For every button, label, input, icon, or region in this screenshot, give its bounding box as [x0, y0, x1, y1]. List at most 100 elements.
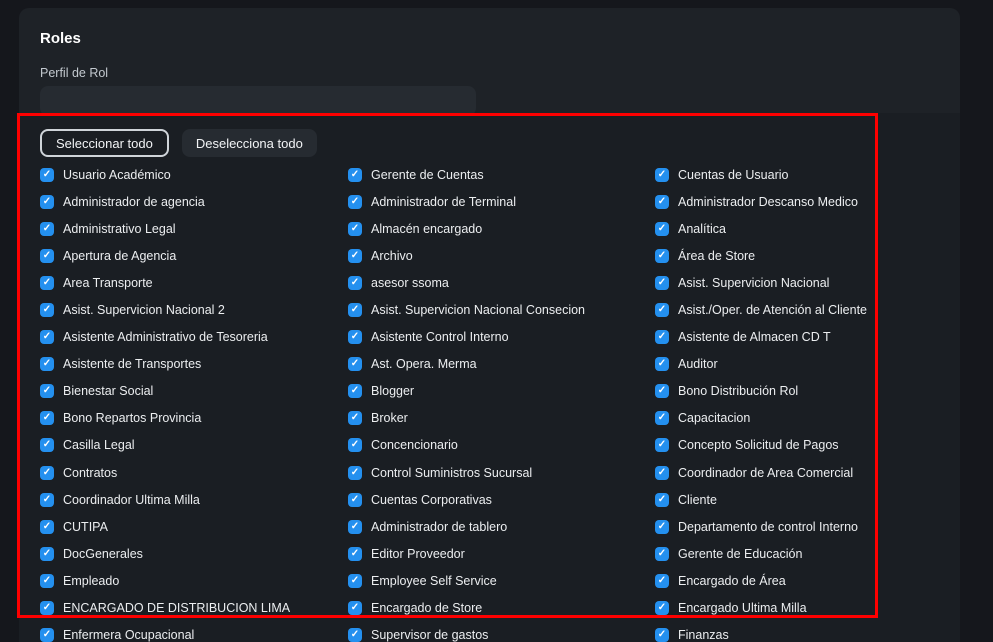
role-checkbox-item[interactable]: ✓Control Suministros Sucursal: [348, 459, 655, 486]
role-checkbox-item[interactable]: ✓Coordinador Ultima Milla: [40, 486, 348, 513]
role-checkbox-item[interactable]: ✓Analítica: [655, 215, 940, 242]
checkbox-checked-icon[interactable]: ✓: [40, 222, 54, 236]
role-checkbox-item[interactable]: ✓Bono Repartos Provincia: [40, 405, 348, 432]
role-checkbox-item[interactable]: ✓ENCARGADO DE DISTRIBUCION LIMA: [40, 595, 348, 622]
checkbox-checked-icon[interactable]: ✓: [348, 466, 362, 480]
role-checkbox-item[interactable]: ✓Bono Distribución Rol: [655, 378, 940, 405]
checkbox-checked-icon[interactable]: ✓: [655, 249, 669, 263]
role-checkbox-item[interactable]: ✓Asist. Supervicion Nacional: [655, 269, 940, 296]
checkbox-checked-icon[interactable]: ✓: [348, 195, 362, 209]
role-checkbox-item[interactable]: ✓Concencionario: [348, 432, 655, 459]
role-checkbox-item[interactable]: ✓Asist. Supervicion Nacional Consecion: [348, 296, 655, 323]
role-checkbox-item[interactable]: ✓Empleado: [40, 567, 348, 594]
role-checkbox-item[interactable]: ✓Gerente de Cuentas: [348, 161, 655, 188]
role-checkbox-item[interactable]: ✓Broker: [348, 405, 655, 432]
checkbox-checked-icon[interactable]: ✓: [655, 493, 669, 507]
checkbox-checked-icon[interactable]: ✓: [40, 438, 54, 452]
checkbox-checked-icon[interactable]: ✓: [40, 168, 54, 182]
role-checkbox-item[interactable]: ✓Cuentas Corporativas: [348, 486, 655, 513]
deselect-all-button[interactable]: Deselecciona todo: [182, 129, 317, 157]
checkbox-checked-icon[interactable]: ✓: [40, 493, 54, 507]
checkbox-checked-icon[interactable]: ✓: [655, 357, 669, 371]
checkbox-checked-icon[interactable]: ✓: [40, 357, 54, 371]
role-checkbox-item[interactable]: ✓Gerente de Educación: [655, 540, 940, 567]
role-profile-input[interactable]: [40, 86, 476, 116]
select-all-button[interactable]: Seleccionar todo: [40, 129, 169, 157]
checkbox-checked-icon[interactable]: ✓: [655, 384, 669, 398]
checkbox-checked-icon[interactable]: ✓: [40, 520, 54, 534]
checkbox-checked-icon[interactable]: ✓: [655, 520, 669, 534]
role-checkbox-item[interactable]: ✓Concepto Solicitud de Pagos: [655, 432, 940, 459]
checkbox-checked-icon[interactable]: ✓: [655, 330, 669, 344]
role-checkbox-item[interactable]: ✓Asistente Control Interno: [348, 324, 655, 351]
checkbox-checked-icon[interactable]: ✓: [40, 601, 54, 615]
checkbox-checked-icon[interactable]: ✓: [655, 303, 669, 317]
role-checkbox-item[interactable]: ✓Departamento de control Interno: [655, 513, 940, 540]
checkbox-checked-icon[interactable]: ✓: [655, 466, 669, 480]
role-checkbox-item[interactable]: ✓Capacitacion: [655, 405, 940, 432]
checkbox-checked-icon[interactable]: ✓: [655, 574, 669, 588]
role-checkbox-item[interactable]: ✓Administrador Descanso Medico: [655, 188, 940, 215]
role-checkbox-item[interactable]: ✓Contratos: [40, 459, 348, 486]
checkbox-checked-icon[interactable]: ✓: [655, 168, 669, 182]
role-checkbox-item[interactable]: ✓Coordinador de Area Comercial: [655, 459, 940, 486]
checkbox-checked-icon[interactable]: ✓: [348, 357, 362, 371]
role-checkbox-item[interactable]: ✓Asistente Administrativo de Tesoreria: [40, 324, 348, 351]
checkbox-checked-icon[interactable]: ✓: [655, 411, 669, 425]
checkbox-checked-icon[interactable]: ✓: [655, 601, 669, 615]
checkbox-checked-icon[interactable]: ✓: [348, 276, 362, 290]
checkbox-checked-icon[interactable]: ✓: [655, 628, 669, 642]
checkbox-checked-icon[interactable]: ✓: [348, 574, 362, 588]
checkbox-checked-icon[interactable]: ✓: [655, 195, 669, 209]
checkbox-checked-icon[interactable]: ✓: [348, 384, 362, 398]
role-checkbox-item[interactable]: ✓Administrador de tablero: [348, 513, 655, 540]
checkbox-checked-icon[interactable]: ✓: [40, 249, 54, 263]
role-checkbox-item[interactable]: ✓DocGenerales: [40, 540, 348, 567]
role-checkbox-item[interactable]: ✓Encargado de Store: [348, 595, 655, 622]
role-checkbox-item[interactable]: ✓Encargado Ultima Milla: [655, 595, 940, 622]
checkbox-checked-icon[interactable]: ✓: [40, 466, 54, 480]
role-checkbox-item[interactable]: ✓Administrador de Terminal: [348, 188, 655, 215]
checkbox-checked-icon[interactable]: ✓: [348, 520, 362, 534]
checkbox-checked-icon[interactable]: ✓: [40, 303, 54, 317]
role-checkbox-item[interactable]: ✓CUTIPA: [40, 513, 348, 540]
role-checkbox-item[interactable]: ✓Asistente de Transportes: [40, 351, 348, 378]
role-checkbox-item[interactable]: ✓Administrador de agencia: [40, 188, 348, 215]
checkbox-checked-icon[interactable]: ✓: [348, 547, 362, 561]
checkbox-checked-icon[interactable]: ✓: [655, 276, 669, 290]
checkbox-checked-icon[interactable]: ✓: [655, 547, 669, 561]
checkbox-checked-icon[interactable]: ✓: [40, 574, 54, 588]
role-checkbox-item[interactable]: ✓Cliente: [655, 486, 940, 513]
role-checkbox-item[interactable]: ✓Supervisor de gastos: [348, 622, 655, 642]
checkbox-checked-icon[interactable]: ✓: [348, 168, 362, 182]
checkbox-checked-icon[interactable]: ✓: [348, 411, 362, 425]
role-checkbox-item[interactable]: ✓Blogger: [348, 378, 655, 405]
role-checkbox-item[interactable]: ✓Área de Store: [655, 242, 940, 269]
role-checkbox-item[interactable]: ✓Casilla Legal: [40, 432, 348, 459]
role-checkbox-item[interactable]: ✓Editor Proveedor: [348, 540, 655, 567]
role-checkbox-item[interactable]: ✓Usuario Académico: [40, 161, 348, 188]
checkbox-checked-icon[interactable]: ✓: [40, 411, 54, 425]
checkbox-checked-icon[interactable]: ✓: [40, 547, 54, 561]
role-checkbox-item[interactable]: ✓Auditor: [655, 351, 940, 378]
checkbox-checked-icon[interactable]: ✓: [40, 276, 54, 290]
role-checkbox-item[interactable]: ✓Ast. Opera. Merma: [348, 351, 655, 378]
role-checkbox-item[interactable]: ✓Archivo: [348, 242, 655, 269]
role-checkbox-item[interactable]: ✓Bienestar Social: [40, 378, 348, 405]
checkbox-checked-icon[interactable]: ✓: [348, 493, 362, 507]
role-checkbox-item[interactable]: ✓Asistente de Almacen CD T: [655, 324, 940, 351]
role-checkbox-item[interactable]: ✓Asist. Supervicion Nacional 2: [40, 296, 348, 323]
role-checkbox-item[interactable]: ✓Enfermera Ocupacional: [40, 622, 348, 642]
checkbox-checked-icon[interactable]: ✓: [655, 222, 669, 236]
checkbox-checked-icon[interactable]: ✓: [40, 330, 54, 344]
role-checkbox-item[interactable]: ✓Asist./Oper. de Atención al Cliente: [655, 296, 940, 323]
role-checkbox-item[interactable]: ✓asesor ssoma: [348, 269, 655, 296]
checkbox-checked-icon[interactable]: ✓: [40, 195, 54, 209]
checkbox-checked-icon[interactable]: ✓: [348, 249, 362, 263]
role-checkbox-item[interactable]: ✓Area Transporte: [40, 269, 348, 296]
role-checkbox-item[interactable]: ✓Apertura de Agencia: [40, 242, 348, 269]
checkbox-checked-icon[interactable]: ✓: [348, 628, 362, 642]
checkbox-checked-icon[interactable]: ✓: [655, 438, 669, 452]
role-checkbox-item[interactable]: ✓Cuentas de Usuario: [655, 161, 940, 188]
role-checkbox-item[interactable]: ✓Almacén encargado: [348, 215, 655, 242]
